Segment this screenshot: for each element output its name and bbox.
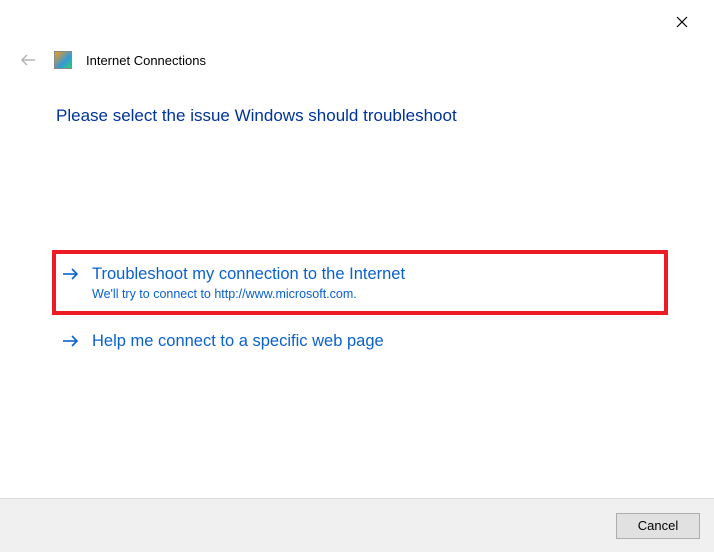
option-list: Troubleshoot my connection to the Intern… [56, 250, 664, 361]
close-button[interactable] [672, 12, 692, 32]
wizard-icon [54, 51, 72, 69]
back-button[interactable] [16, 48, 40, 72]
cancel-button[interactable]: Cancel [616, 513, 700, 539]
option-desc: We'll try to connect to http://www.micro… [92, 287, 660, 301]
arrow-right-icon [62, 334, 80, 348]
option-title: Help me connect to a specific web page [92, 331, 660, 352]
arrow-right-icon [62, 267, 80, 281]
wizard-title: Internet Connections [86, 53, 206, 68]
option-title: Troubleshoot my connection to the Intern… [92, 264, 660, 285]
option-troubleshoot-internet[interactable]: Troubleshoot my connection to the Intern… [52, 250, 668, 315]
back-arrow-icon [19, 51, 37, 69]
page-heading: Please select the issue Windows should t… [56, 106, 664, 126]
close-icon [676, 16, 688, 28]
option-specific-web-page[interactable]: Help me connect to a specific web page [56, 321, 664, 362]
wizard-content: Please select the issue Windows should t… [56, 106, 664, 361]
wizard-footer: Cancel [0, 498, 714, 552]
wizard-header: Internet Connections [16, 48, 694, 72]
